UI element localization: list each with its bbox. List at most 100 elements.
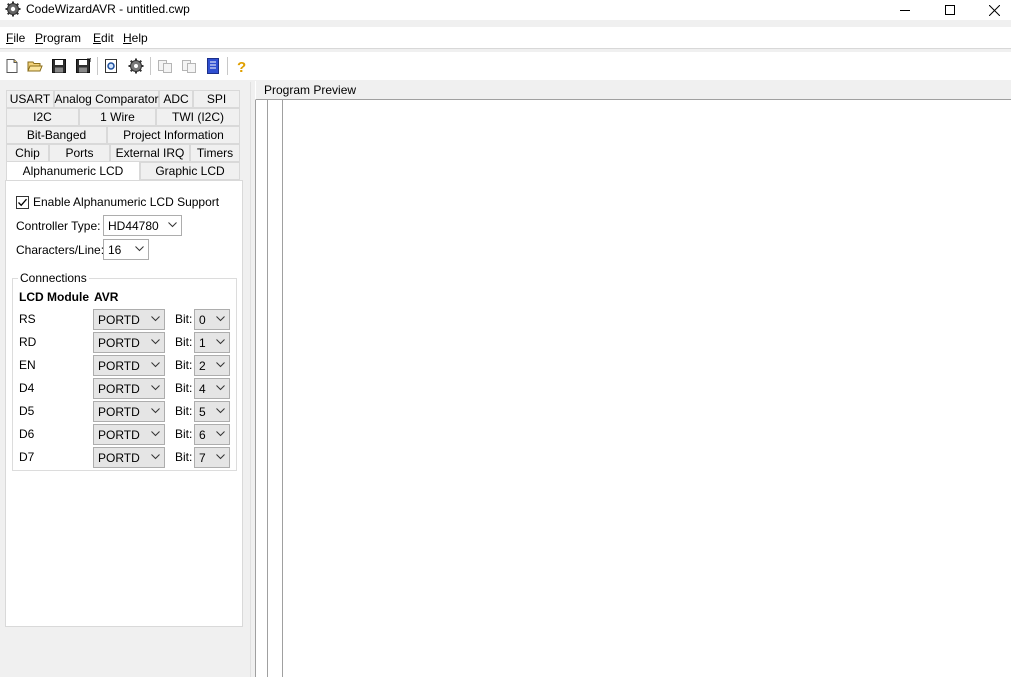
- open-folder-icon[interactable]: [27, 58, 43, 74]
- new-file-icon[interactable]: [4, 58, 20, 74]
- generate-gear-icon[interactable]: [128, 58, 144, 74]
- close-icon: [989, 4, 1000, 16]
- enable-lcd-checkbox[interactable]: [16, 195, 29, 209]
- tab-1-wire[interactable]: 1 Wire: [79, 108, 156, 126]
- minimize-icon: [899, 10, 910, 11]
- title-bar: CodeWizardAVR - untitled.cwp: [0, 0, 1011, 20]
- menu-program[interactable]: Program: [35, 31, 81, 45]
- notes-icon[interactable]: [205, 58, 221, 74]
- bit-value: 2: [199, 358, 206, 373]
- pin-name: D7: [19, 450, 35, 464]
- pin-name: EN: [19, 358, 36, 372]
- help-icon[interactable]: ?: [233, 58, 249, 74]
- tab-project-information[interactable]: Project Information: [107, 126, 240, 144]
- chevron-down-icon: [151, 408, 160, 414]
- tab-analog-comparator[interactable]: Analog Comparator: [54, 90, 159, 108]
- pin-name: D5: [19, 404, 35, 418]
- bit-select[interactable]: 6: [194, 424, 230, 445]
- chevron-down-icon: [151, 431, 160, 437]
- menu-program-label: rogram: [43, 31, 82, 45]
- pin-name: D4: [19, 381, 35, 395]
- tab-label: Timers: [196, 146, 234, 160]
- port-select[interactable]: PORTD: [93, 378, 165, 399]
- program-preview-title: Program Preview: [264, 83, 357, 97]
- bit-value: 4: [199, 381, 206, 396]
- tab-adc[interactable]: ADC: [159, 90, 193, 108]
- bit-value: 7: [199, 450, 206, 465]
- chevron-down-icon: [151, 454, 160, 460]
- bit-value: 5: [199, 404, 206, 419]
- close-button[interactable]: [972, 0, 1011, 20]
- maximize-button[interactable]: [927, 0, 972, 20]
- chevron-down-icon: [168, 222, 177, 228]
- tab-alphanumeric-lcd[interactable]: Alphanumeric LCD: [6, 161, 140, 180]
- toolbar-separator: [227, 57, 228, 75]
- chevron-down-icon: [151, 362, 160, 368]
- bit-select[interactable]: 0: [194, 309, 230, 330]
- bit-select[interactable]: 5: [194, 401, 230, 422]
- alphanumeric-lcd-page: Enable Alphanumeric LCD Support Controll…: [5, 180, 243, 627]
- tab-label: USART: [9, 92, 51, 106]
- tab-bit-banged[interactable]: Bit-Banged: [6, 126, 107, 144]
- menu-edit[interactable]: Edit: [93, 31, 114, 45]
- characters-per-line-select[interactable]: 16: [103, 239, 149, 260]
- tab-label: SPI: [206, 92, 227, 106]
- svg-text:?: ?: [237, 59, 246, 74]
- tab-label: Ports: [65, 146, 94, 160]
- save-as-icon[interactable]: [75, 58, 91, 74]
- port-select[interactable]: PORTD: [93, 309, 165, 330]
- tab-label: Bit-Banged: [26, 128, 87, 142]
- bit-label: Bit:: [175, 381, 193, 395]
- code-editor[interactable]: [255, 100, 1011, 677]
- chevron-down-icon: [151, 316, 160, 322]
- tab-spi[interactable]: SPI: [193, 90, 240, 108]
- port-select[interactable]: PORTD: [93, 447, 165, 468]
- pin-name: D6: [19, 427, 35, 441]
- tab-label: TWI (I2C): [172, 110, 224, 124]
- connections-group: Connections LCD Module AVR RS PORTD Bit: 0 R…: [12, 271, 237, 471]
- bit-select[interactable]: 4: [194, 378, 230, 399]
- paste-icon[interactable]: [181, 58, 197, 74]
- tab-timers[interactable]: Timers: [190, 144, 240, 162]
- tab-i2c[interactable]: I2C: [6, 108, 79, 126]
- enable-lcd-label: Enable Alphanumeric LCD Support: [33, 195, 220, 209]
- bit-select[interactable]: 1: [194, 332, 230, 353]
- tab-chip[interactable]: Chip: [6, 144, 49, 162]
- chevron-down-icon: [135, 246, 144, 252]
- port-select[interactable]: PORTD: [93, 355, 165, 376]
- tab-ports[interactable]: Ports: [49, 144, 110, 162]
- settings-panel: USART Analog Comparator ADC SPI I2C 1 Wi…: [0, 82, 250, 677]
- controller-type-select[interactable]: HD44780: [103, 215, 182, 236]
- save-icon[interactable]: [51, 58, 67, 74]
- bit-label: Bit:: [175, 312, 193, 326]
- editor-gutter: [268, 100, 282, 677]
- menu-file-label: ile: [13, 31, 26, 45]
- app-gear-icon: [5, 1, 21, 17]
- tab-external-irq[interactable]: External IRQ: [110, 144, 190, 162]
- bit-value: 0: [199, 312, 206, 327]
- port-select[interactable]: PORTD: [93, 401, 165, 422]
- chevron-down-icon: [216, 362, 225, 368]
- bit-select[interactable]: 2: [194, 355, 230, 376]
- tab-label: I2C: [33, 110, 52, 124]
- bit-select[interactable]: 7: [194, 447, 230, 468]
- preview-icon[interactable]: [103, 58, 119, 74]
- tab-usart[interactable]: USART: [6, 90, 54, 108]
- enable-lcd-checkbox-row[interactable]: Enable Alphanumeric LCD Support: [16, 195, 219, 209]
- port-select[interactable]: PORTD: [93, 424, 165, 445]
- port-select[interactable]: PORTD: [93, 332, 165, 353]
- bit-label: Bit:: [175, 404, 193, 418]
- panel-splitter[interactable]: [250, 82, 254, 677]
- copy-icon[interactable]: [157, 58, 173, 74]
- chevron-down-icon: [151, 339, 160, 345]
- program-preview-header: Program Preview: [255, 81, 1011, 100]
- menu-file[interactable]: File: [6, 31, 25, 45]
- menu-help[interactable]: Help: [123, 31, 148, 45]
- chevron-down-icon: [216, 385, 225, 391]
- characters-per-line-label: Characters/Line:: [16, 243, 105, 257]
- tab-twi[interactable]: TWI (I2C): [156, 108, 240, 126]
- tab-graphic-lcd[interactable]: Graphic LCD: [140, 162, 240, 180]
- minimize-button[interactable]: [882, 0, 927, 20]
- window-title: CodeWizardAVR - untitled.cwp: [26, 2, 190, 16]
- port-value: PORTD: [98, 404, 140, 419]
